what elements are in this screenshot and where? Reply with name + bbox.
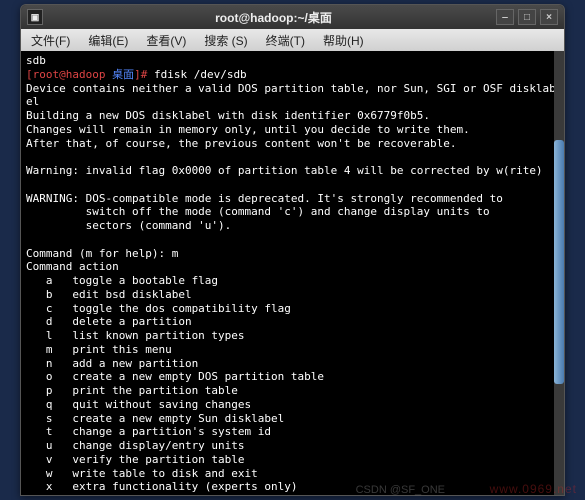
terminal-output[interactable]: sdb [root@hadoop 桌面]# fdisk /dev/sdb Dev… xyxy=(21,51,564,495)
action-q: q quit without saving changes xyxy=(26,398,251,411)
action-n: n add a new partition xyxy=(26,357,198,370)
action-v: v verify the partition table xyxy=(26,453,245,466)
out-warning: switch off the mode (command 'c') and ch… xyxy=(26,205,490,218)
out-line: After that, of course, the previous cont… xyxy=(26,137,456,150)
out-warning: Warning: invalid flag 0x0000 of partitio… xyxy=(26,164,543,177)
menubar: 文件(F) 编辑(E) 查看(V) 搜索 (S) 终端(T) 帮助(H) xyxy=(21,29,564,51)
out-warning: WARNING: DOS-compatible mode is deprecat… xyxy=(26,192,503,205)
scroll-thumb[interactable] xyxy=(554,140,564,384)
fdisk-prompt: Command (m for help): m xyxy=(26,247,178,260)
typed-command: fdisk /dev/sdb xyxy=(154,68,247,81)
scrollbar[interactable] xyxy=(554,51,564,495)
out-line: el xyxy=(26,95,39,108)
prompt-path: 桌面 xyxy=(112,68,134,81)
action-header: Command action xyxy=(26,260,119,273)
action-d: d delete a partition xyxy=(26,315,192,328)
action-u: u change display/entry units xyxy=(26,439,245,452)
window-title: root@hadoop:~/桌面 xyxy=(51,9,496,26)
terminal-window: ▣ root@hadoop:~/桌面 ‒ □ × 文件(F) 编辑(E) 查看(… xyxy=(20,4,565,496)
action-l: l list known partition types xyxy=(26,329,245,342)
maximize-button[interactable]: □ xyxy=(518,9,536,25)
menu-edit[interactable]: 编辑(E) xyxy=(84,30,132,51)
minimize-button[interactable]: ‒ xyxy=(496,9,514,25)
action-w: w write table to disk and exit xyxy=(26,467,258,480)
prompt-end: ]# xyxy=(134,68,154,81)
titlebar[interactable]: ▣ root@hadoop:~/桌面 ‒ □ × xyxy=(21,5,564,29)
menu-terminal[interactable]: 终端(T) xyxy=(262,30,309,51)
out-warning: sectors (command 'u'). xyxy=(26,219,231,232)
close-button[interactable]: × xyxy=(540,9,558,25)
action-m: m print this menu xyxy=(26,343,172,356)
action-s: s create a new empty Sun disklabel xyxy=(26,412,284,425)
prompt-user: [root@hadoop xyxy=(26,68,112,81)
action-x: x extra functionality (experts only) xyxy=(26,480,298,493)
out-line: Device contains neither a valid DOS part… xyxy=(26,82,556,95)
action-o: o create a new empty DOS partition table xyxy=(26,370,324,383)
menu-file[interactable]: 文件(F) xyxy=(27,30,74,51)
out-line: sdb xyxy=(26,54,46,67)
window-controls: ‒ □ × xyxy=(496,9,558,25)
menu-search[interactable]: 搜索 (S) xyxy=(200,30,251,51)
action-b: b edit bsd disklabel xyxy=(26,288,192,301)
menu-view[interactable]: 查看(V) xyxy=(142,30,190,51)
out-line: Changes will remain in memory only, unti… xyxy=(26,123,470,136)
menu-help[interactable]: 帮助(H) xyxy=(319,30,368,51)
action-p: p print the partition table xyxy=(26,384,238,397)
out-line: Building a new DOS disklabel with disk i… xyxy=(26,109,430,122)
app-icon: ▣ xyxy=(27,9,43,25)
action-a: a toggle a bootable flag xyxy=(26,274,218,287)
action-c: c toggle the dos compatibility flag xyxy=(26,302,291,315)
action-t: t change a partition's system id xyxy=(26,425,271,438)
